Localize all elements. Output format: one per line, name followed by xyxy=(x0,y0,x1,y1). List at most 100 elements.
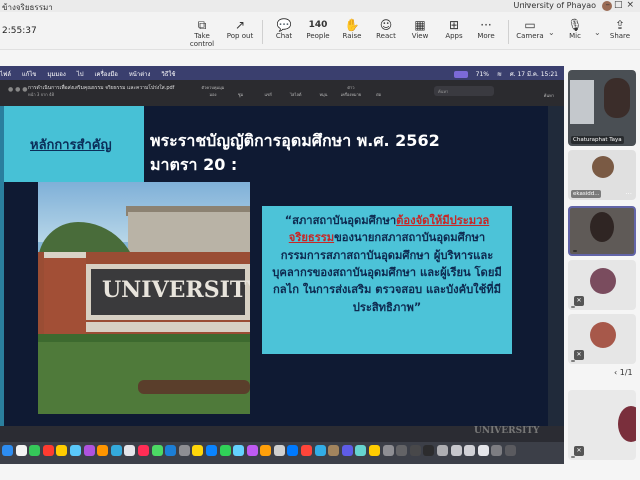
participant-2-more-icon[interactable]: ··· xyxy=(625,190,632,198)
mac-status-area: 71% ≋ ศ. 17 มี.ค. 15:21 xyxy=(448,69,558,79)
mac-dock xyxy=(0,442,564,464)
participant-tile-6[interactable]: ✕ xyxy=(568,390,636,460)
dock-app-icon xyxy=(341,445,353,456)
pop-out-button[interactable]: ↗ Pop out xyxy=(220,18,260,48)
quote-emphasis-1: ต้องจัดให้มี xyxy=(396,214,450,227)
shared-screen[interactable]: ไฟล์ แก้ไข มุมมอง ไป เครื่องมือ หน้าต่าง… xyxy=(0,66,564,464)
photo-sign-base xyxy=(86,322,250,332)
raise-hand-label: Raise xyxy=(342,32,362,40)
dock-app-icon xyxy=(69,445,81,456)
share-button[interactable]: ⇪ Share xyxy=(600,18,640,48)
photo-sign-text: UNIVERSITY xyxy=(102,277,250,303)
mac-menu: ไฟล์ แก้ไข มุมมอง ไป เครื่องมือ หน้าต่าง… xyxy=(0,69,184,79)
participant-4-avatar xyxy=(590,268,616,294)
participant-1-background xyxy=(570,80,594,124)
dock-app-icon xyxy=(2,445,13,456)
dock-app-icon xyxy=(192,445,204,456)
participants-panel: Chaturaphat Taya ekasidd... ··· ✕ ✕ ✕ xyxy=(564,50,640,480)
dock-app-icon xyxy=(42,445,54,456)
share-icon: ⇪ xyxy=(614,18,626,32)
toolbar-divider xyxy=(262,20,263,44)
camera-icon: ▭ xyxy=(524,18,536,32)
participant-tile-2[interactable]: ekasidd... ··· xyxy=(568,150,636,200)
camera-label: Camera xyxy=(516,32,544,40)
camera-button[interactable]: ▭ Camera xyxy=(510,18,550,48)
pdf-tool-zoom: ซูม xyxy=(237,92,244,97)
participant-tile-1[interactable]: Chaturaphat Taya xyxy=(568,70,636,146)
more-button[interactable]: ··· More xyxy=(466,18,506,48)
dock-app-icon xyxy=(219,445,231,456)
dock-app-icon xyxy=(477,445,489,456)
people-label: People xyxy=(306,32,330,40)
dock-app-icon xyxy=(97,445,109,456)
dock-app-icon xyxy=(233,445,245,456)
pop-out-label: Pop out xyxy=(226,32,254,40)
pdf-search-field: ค้นหา xyxy=(434,86,494,96)
take-control-icon: ⧉ xyxy=(197,18,207,32)
dock-app-icon xyxy=(382,445,394,456)
dock-app-icon xyxy=(15,445,27,456)
meeting-toolbar: 2:55:37 ⧉ Take control ↗ Pop out 💬 Chat … xyxy=(0,12,640,50)
participant-3-video xyxy=(590,212,614,242)
mic-label: Mic xyxy=(569,32,581,40)
dock-app-icon xyxy=(355,445,367,456)
dock-app-icon xyxy=(450,445,462,456)
pdf-tool-view-control: ตัวควบคุมมุมมอง xyxy=(201,85,225,97)
dock-app-icon xyxy=(178,445,190,456)
pop-out-icon: ↗ xyxy=(234,18,246,32)
participant-tile-3[interactable] xyxy=(568,206,636,256)
menu-item-help: วิธีใช้ xyxy=(161,71,176,78)
react-label: React xyxy=(376,32,396,40)
organization-name: University of Phayao xyxy=(513,1,596,10)
take-control-button[interactable]: ⧉ Take control xyxy=(182,18,222,48)
menu-item-file: ไฟล์ xyxy=(0,71,11,78)
dock-app-icon xyxy=(437,445,448,456)
participant-1-video xyxy=(604,78,630,118)
window-controls[interactable]: –□× xyxy=(605,0,638,10)
screen-share-indicator-icon xyxy=(453,71,468,78)
take-control-label: Take control xyxy=(189,32,215,48)
dock-app-icon xyxy=(151,445,163,456)
dock-app-icon xyxy=(260,445,272,456)
menu-item-edit: แก้ไข xyxy=(21,71,37,78)
pdf-tool-more: ต่อ xyxy=(376,92,382,97)
share-label: Share xyxy=(609,32,631,40)
menu-item-go: ไป xyxy=(76,71,84,78)
participant-pager[interactable]: ‹ 1/1 xyxy=(614,368,633,377)
slide-subheadline: มาตรา 20 : xyxy=(150,155,238,174)
participant-4-mic-off-icon: ✕ xyxy=(574,296,584,306)
pdf-tool-rotate: หมุน xyxy=(319,92,328,97)
window-titlebar: ข้างจริยธรรมา ··· University of Phayao –… xyxy=(0,0,640,12)
dock-app-icon xyxy=(273,445,285,456)
dock-app-icon xyxy=(165,445,177,456)
clock: ศ. 17 มี.ค. 15:21 xyxy=(509,71,558,78)
mic-button[interactable]: 🎙 Mic xyxy=(555,18,595,48)
participant-1-name: Chaturaphat Taya xyxy=(571,136,624,144)
dock-app-icon xyxy=(491,445,503,456)
dock-app-icon xyxy=(110,445,122,456)
next-slide-ghost-text: UNIVERSITY xyxy=(474,426,540,436)
participant-tile-4[interactable]: ✕ xyxy=(568,260,636,310)
dock-icons xyxy=(2,445,519,464)
dock-app-icon xyxy=(246,445,258,456)
dock-app-icon xyxy=(423,445,435,456)
pdf-page-count: หน้า 3 จาก 48 xyxy=(28,92,55,97)
pdf-viewer-toolbar: ● ● ● การดำเนินการเพื่อส่งเสริมคุณธรรม จ… xyxy=(0,80,564,106)
dock-app-icon xyxy=(56,445,68,456)
camera-options-chevron-icon[interactable]: ⌄ xyxy=(548,28,555,37)
participant-3-name xyxy=(573,250,577,252)
dock-app-icon xyxy=(464,445,476,456)
participant-tile-5[interactable]: ✕ xyxy=(568,314,636,364)
pdf-tool-highlight: ไฮไลต์ xyxy=(290,92,302,97)
participant-2-name: ekasidd... xyxy=(571,190,602,198)
pdf-tool-markup: ต่าวเครื่องหมาย xyxy=(340,85,362,97)
participant-4-name xyxy=(571,306,575,308)
menu-item-tools: เครื่องมือ xyxy=(94,71,118,78)
dock-app-icon xyxy=(328,445,340,456)
dock-app-icon xyxy=(504,445,516,456)
slide-keyword: หลักการสำคัญ xyxy=(30,138,112,153)
menu-item-view: มุมมอง xyxy=(47,71,66,78)
dock-app-icon xyxy=(396,445,408,456)
presentation-slide: หลักการสำคัญ พระราชบัญญัติการอุดมศึกษา พ… xyxy=(0,106,548,426)
window-traffic-lights-icon: ● ● ● xyxy=(8,86,28,93)
